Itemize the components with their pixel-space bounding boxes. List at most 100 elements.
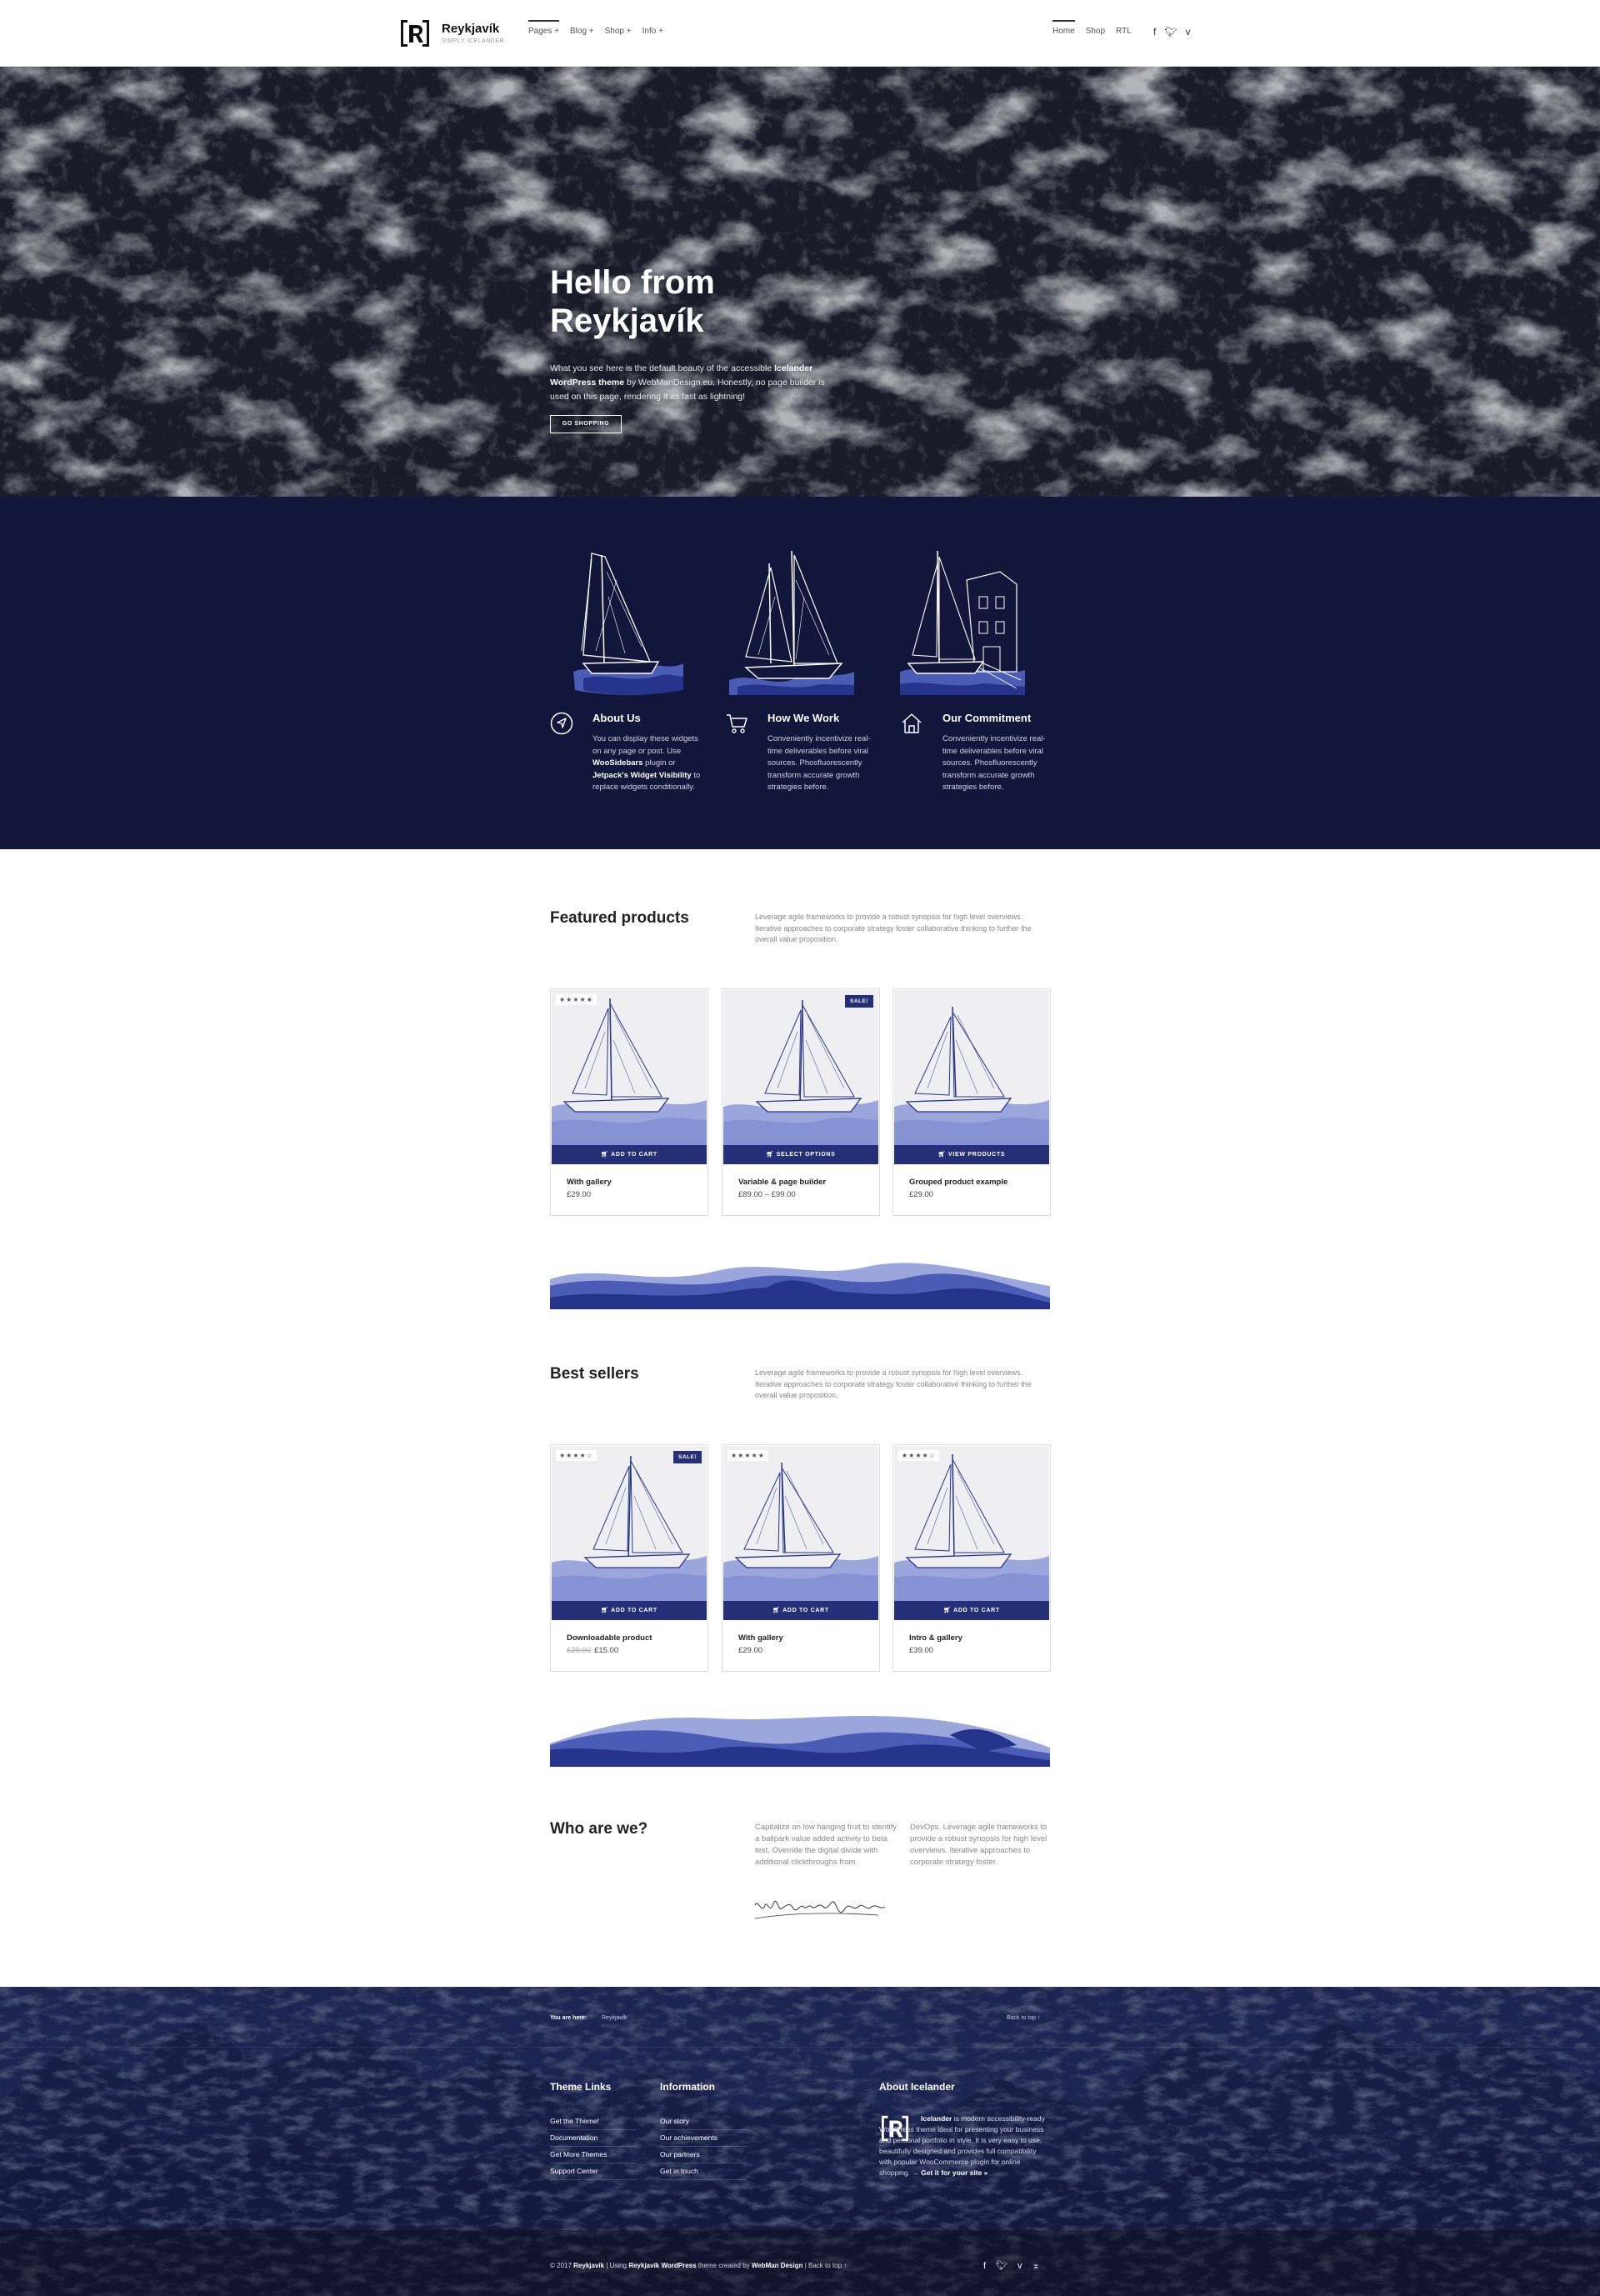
menu-item-home[interactable]: Home (1052, 20, 1075, 36)
sailboat-illustration (729, 550, 854, 695)
product-image (894, 1006, 1049, 1145)
cart-icon (727, 714, 748, 733)
footer-link[interactable]: Our partners (660, 2150, 747, 2163)
jetpack-link[interactable]: Jetpack's Widget Visibility (592, 771, 692, 780)
theme-link[interactable]: Reykjavík WordPress (628, 2262, 696, 2269)
product-image (723, 999, 878, 1145)
wave-divider (550, 1716, 1050, 1767)
product-title[interactable]: Variable & page builder (738, 1178, 826, 1187)
menu-item-pages[interactable]: Pages + (528, 20, 559, 36)
copyright-text: © 2017 Reykjavík | Using Reykjavík WordP… (550, 2262, 848, 2269)
vimeo-icon[interactable]: v (1018, 2261, 1022, 2271)
hero-banner: Hello from Reykjavík What you see here is… (0, 67, 1600, 497)
add-to-cart-button[interactable]: 🛒︎ ADD TO CART (894, 1601, 1049, 1620)
footer-social: f 🐦︎ v ⌅ (983, 2260, 1040, 2271)
about-icelander-text: Icelander is modern accessibility-ready … (879, 2114, 1045, 2177)
up-arrow-icon[interactable]: ⌅ (1032, 2261, 1040, 2271)
add-to-cart-button[interactable]: 🛒︎ ADD TO CART (723, 1601, 878, 1620)
footer-bottom-bar: © 2017 Reykjavík | Using Reykjavík WordP… (0, 2230, 1600, 2296)
get-it-link[interactable]: Get it for your site » (921, 2168, 988, 2177)
star-rating: ★★★★☆ (556, 1450, 597, 1461)
featured-products-text: Leverage agile frameworks to provide a r… (755, 913, 1032, 943)
product-image-wrap[interactable]: SALE! (723, 990, 878, 1145)
best-sellers-text: Leverage agile frameworks to provide a r… (755, 1368, 1032, 1399)
woosidebars-link[interactable]: WooSidebars (592, 758, 643, 768)
product-price: £39.00 (909, 1646, 934, 1655)
product-price: £29.00 (738, 1646, 763, 1655)
feature-text: Conveniently incentivize real-time deliv… (768, 734, 871, 792)
product-title[interactable]: Downloadable product (567, 1633, 652, 1643)
product-image (723, 1462, 878, 1601)
product-image-wrap[interactable]: ★★★★★ (552, 990, 707, 1145)
webman-link[interactable]: WebMan Design (752, 2262, 803, 2269)
add-to-cart-button[interactable]: 🛒︎ VIEW PRODUCTS (894, 1145, 1049, 1164)
feature-title: Our Commitment (942, 712, 1032, 724)
header-social: f 🐦︎ v (1153, 26, 1199, 38)
product-title[interactable]: Intro & gallery (909, 1633, 962, 1643)
product-image-wrap[interactable]: ★★★★☆ SALE! (552, 1446, 707, 1601)
site-title[interactable]: Reykjavík (442, 22, 499, 36)
menu-item-shop[interactable]: Shop + (605, 27, 632, 36)
copyright-back-to-top[interactable]: | Back to top ↑ (805, 2262, 848, 2269)
back-to-top-link[interactable]: Back to top ↑ (1007, 2015, 1040, 2021)
product-image-wrap[interactable]: ★★★★★ (723, 1446, 878, 1601)
add-to-cart-button[interactable]: 🛒︎ SELECT OPTIONS (723, 1145, 878, 1164)
product-title[interactable]: With gallery (738, 1633, 783, 1643)
product-image-wrap[interactable] (894, 990, 1049, 1145)
menu-item-rtl[interactable]: RTL (1116, 27, 1132, 36)
product-card[interactable]: ★★★★★ 🛒︎ ADD TO CART With gallery £29.00 (722, 1444, 880, 1672)
breadcrumb-bar: You are here: Reykjavík Back to top ↑ (0, 1987, 1600, 2048)
twitter-icon[interactable]: 🐦︎ (1164, 26, 1177, 38)
twitter-icon[interactable]: 🐦︎ (996, 2261, 1008, 2271)
product-image (552, 1455, 707, 1601)
footer-link[interactable]: Our story (660, 2117, 747, 2130)
product-card[interactable]: 🛒︎ VIEW PRODUCTS Grouped product example £… (892, 988, 1051, 1216)
copyright-site-link[interactable]: Reykjavík (573, 2262, 604, 2269)
who-are-we-title: Who are we? (550, 1820, 648, 1838)
about-icelander-title: About Icelander (879, 2081, 955, 2093)
product-card[interactable]: ★★★★☆ 🛒︎ ADD TO CART Intro & gallery £39.00 (892, 1444, 1051, 1672)
footer-link[interactable]: Support Center (550, 2167, 637, 2180)
feature-title: About Us (592, 712, 641, 724)
product-title[interactable]: Grouped product example (909, 1178, 1008, 1187)
footer-link[interactable]: Documentation (550, 2133, 637, 2147)
star-rating: ★★★★★ (728, 1450, 768, 1461)
hero-title: Hello from Reykjavík (550, 264, 715, 339)
product-price: £29.00 £15.00 (567, 1646, 619, 1655)
add-to-cart-button[interactable]: 🛒︎ ADD TO CART (552, 1145, 707, 1164)
menu-item-shop-right[interactable]: Shop (1086, 27, 1105, 36)
feature-title: How We Work (768, 712, 840, 724)
product-title[interactable]: With gallery (567, 1178, 612, 1187)
footer-link[interactable]: Get the Theme! (550, 2117, 637, 2130)
vimeo-icon[interactable]: v (1186, 26, 1191, 38)
information-title: Information (660, 2081, 715, 2093)
hero-text: What you see here is the default beauty … (550, 363, 825, 402)
breadcrumb-home-link[interactable]: Reykjavík (602, 2015, 627, 2021)
featured-products-title: Featured products (550, 909, 689, 927)
product-card[interactable]: ★★★★★ 🛒︎ ADD TO CART With gallery £29.00 (550, 988, 708, 1216)
product-card[interactable]: ★★★★☆ SALE! 🛒︎ ADD TO CART Downloadable pro… (550, 1444, 708, 1672)
facebook-icon[interactable]: f (983, 2261, 986, 2271)
product-image-wrap[interactable]: ★★★★☆ (894, 1446, 1049, 1601)
best-sellers-title: Best sellers (550, 1365, 639, 1383)
footer-link[interactable]: Get in touch (660, 2167, 747, 2180)
menu-item-blog[interactable]: Blog + (570, 27, 594, 36)
features-section: About Us You can display these widgets o… (0, 497, 1600, 849)
footer-link[interactable]: Get More Themes (550, 2150, 637, 2163)
star-rating: ★★★★★ (556, 994, 597, 1005)
sailboat-illustration (573, 553, 683, 695)
product-card[interactable]: SALE! 🛒︎ SELECT OPTIONS Variable & page bu… (722, 988, 880, 1216)
who-text-col2: DevOps. Leverage agile frameworks to pro… (910, 1823, 1048, 1867)
product-price: £29.00 (909, 1190, 934, 1199)
footer-link[interactable]: Our achievements (660, 2133, 747, 2147)
wave-divider (550, 1263, 1050, 1309)
menu-item-info[interactable]: Info + (642, 27, 663, 36)
add-to-cart-button[interactable]: 🛒︎ ADD TO CART (552, 1601, 707, 1620)
site-logo[interactable] (398, 18, 432, 48)
facebook-icon[interactable]: f (1153, 26, 1156, 38)
harbour-illustration (900, 550, 1025, 695)
product-price: £29.00 (567, 1190, 592, 1199)
go-shopping-button[interactable]: GO SHOPPING (550, 415, 622, 433)
product-image (894, 1453, 1049, 1601)
signature-image (754, 1900, 886, 1919)
